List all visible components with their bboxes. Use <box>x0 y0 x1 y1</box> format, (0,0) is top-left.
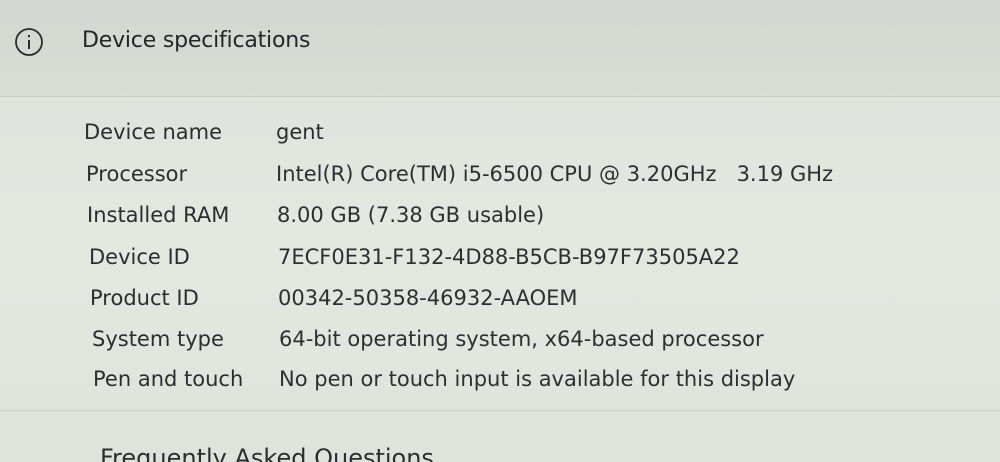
device-specifications-header[interactable]: Device specifications <box>0 0 1000 97</box>
spec-value: Intel(R) Core(TM) i5-6500 CPU @ 3.20GHz … <box>276 162 834 186</box>
spec-label: Processor <box>86 162 188 186</box>
section-title: Device specifications <box>82 28 311 53</box>
spec-value: gent <box>276 120 324 144</box>
section-divider <box>0 410 1000 411</box>
spec-value: 8.00 GB (7.38 GB usable) <box>277 203 545 227</box>
spec-label: Pen and touch <box>93 367 244 391</box>
spec-label: Device name <box>84 120 223 144</box>
spec-value: 00342-50358-46932-AAOEM <box>278 286 578 310</box>
spec-value: No pen or touch input is available for t… <box>279 367 796 391</box>
next-section-header[interactable]: Frequently Asked Questions <box>100 444 434 462</box>
spec-label: Device ID <box>89 245 190 269</box>
spec-label: Product ID <box>90 286 199 310</box>
info-icon <box>14 27 44 57</box>
spec-label: Installed RAM <box>87 203 230 227</box>
spec-label: System type <box>92 327 224 351</box>
spec-value: 64-bit operating system, x64-based proce… <box>279 327 764 351</box>
spec-value: 7ECF0E31-F132-4D88-B5CB-B97F73505A22 <box>278 245 740 269</box>
next-section-title: Frequently Asked Questions <box>100 444 434 462</box>
